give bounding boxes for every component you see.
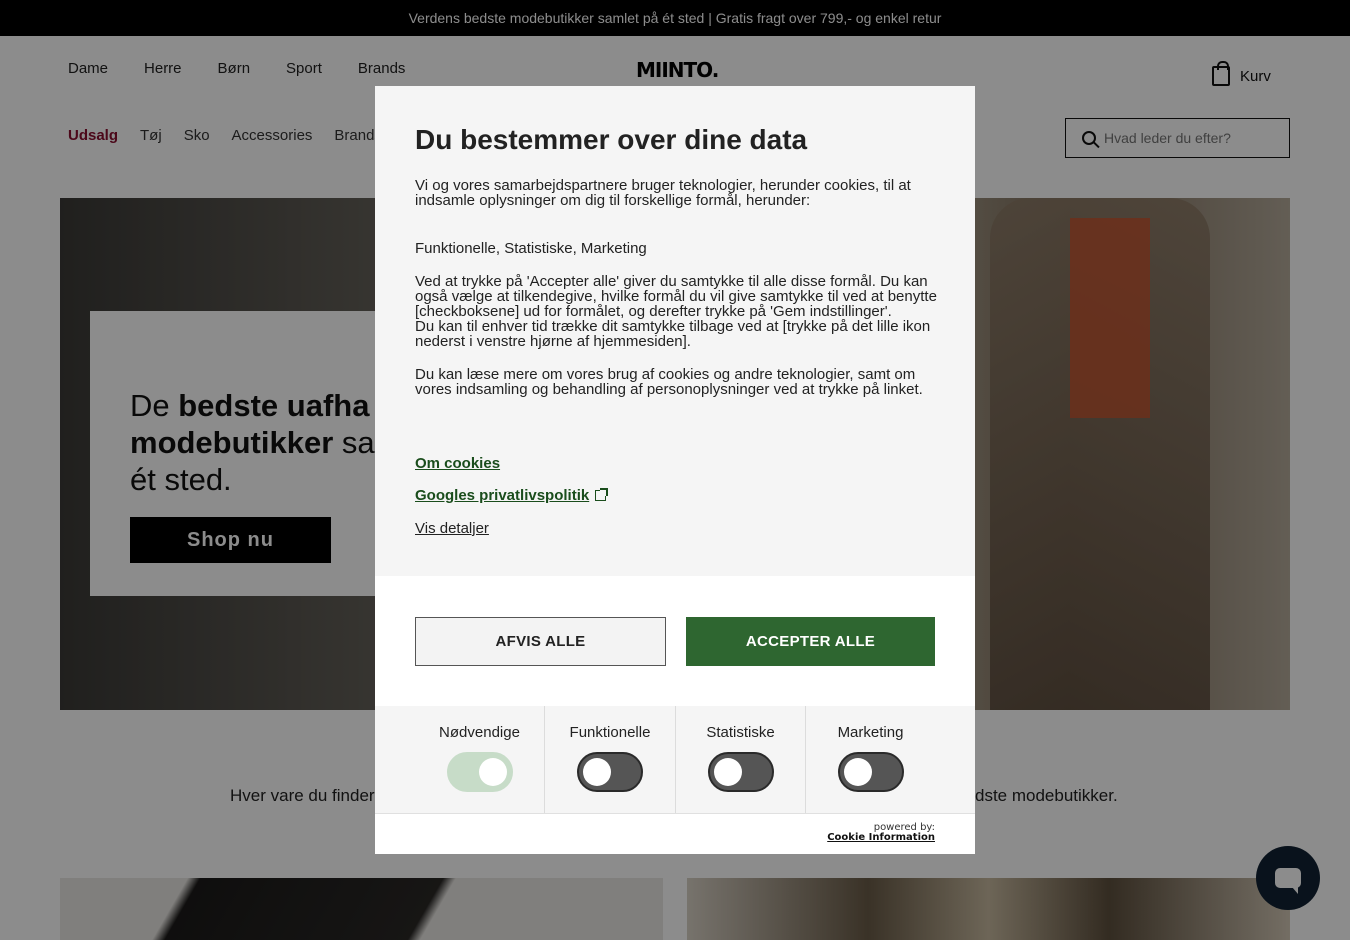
- necessary-toggle: [447, 752, 513, 792]
- more-info-text: Du kan læse mere om vores brug af cookie…: [415, 366, 923, 398]
- about-cookies-link[interactable]: Om cookies: [415, 455, 500, 472]
- category-label: Nødvendige: [439, 724, 520, 741]
- powered-by: powered by: Cookie Information: [827, 823, 935, 843]
- show-details-link[interactable]: Vis detaljer: [415, 520, 489, 537]
- marketing-toggle[interactable]: [838, 752, 904, 792]
- cookie-information-link[interactable]: Cookie Information: [827, 832, 935, 843]
- functional-toggle[interactable]: [577, 752, 643, 792]
- reject-all-button[interactable]: AFVIS ALLE: [415, 617, 666, 666]
- consent-categories: Nødvendige Funktionelle Statistiske Mark…: [375, 706, 975, 813]
- google-privacy-link[interactable]: Googles privatlivspolitik: [415, 487, 609, 504]
- toggle-knob: [714, 758, 742, 786]
- category-marketing: Marketing: [806, 706, 975, 813]
- purposes-text: Funktionelle, Statistiske, Marketing: [415, 240, 647, 257]
- toggle-knob: [479, 758, 507, 786]
- external-link-icon: [595, 488, 609, 501]
- statistics-toggle[interactable]: [708, 752, 774, 792]
- withdraw-text: Du kan til enhver tid trække dit samtykk…: [415, 318, 931, 350]
- intro-text: Vi og vores samarbejdspartnere bruger te…: [415, 177, 911, 209]
- dialog-body: Vi og vores samarbejdspartnere bruger te…: [415, 178, 940, 415]
- cookie-consent-dialog: Du bestemmer over dine data Vi og vores …: [375, 86, 975, 854]
- category-label: Marketing: [837, 724, 904, 741]
- category-statistics: Statistiske: [676, 706, 806, 813]
- category-label: Statistiske: [706, 724, 775, 741]
- toggle-knob: [844, 758, 872, 786]
- toggle-knob: [583, 758, 611, 786]
- category-functional: Funktionelle: [545, 706, 676, 813]
- category-necessary: Nødvendige: [375, 706, 545, 813]
- accept-all-button[interactable]: ACCEPTER ALLE: [686, 617, 935, 666]
- category-label: Funktionelle: [569, 724, 651, 741]
- dialog-title: Du bestemmer over dine data: [415, 124, 808, 155]
- consent-text: Ved at trykke på 'Accepter alle' giver d…: [415, 273, 937, 320]
- action-buttons: AFVIS ALLE ACCEPTER ALLE: [375, 576, 975, 706]
- google-privacy-link-label: Googles privatlivspolitik: [415, 487, 590, 504]
- dialog-footer: powered by: Cookie Information: [375, 813, 975, 854]
